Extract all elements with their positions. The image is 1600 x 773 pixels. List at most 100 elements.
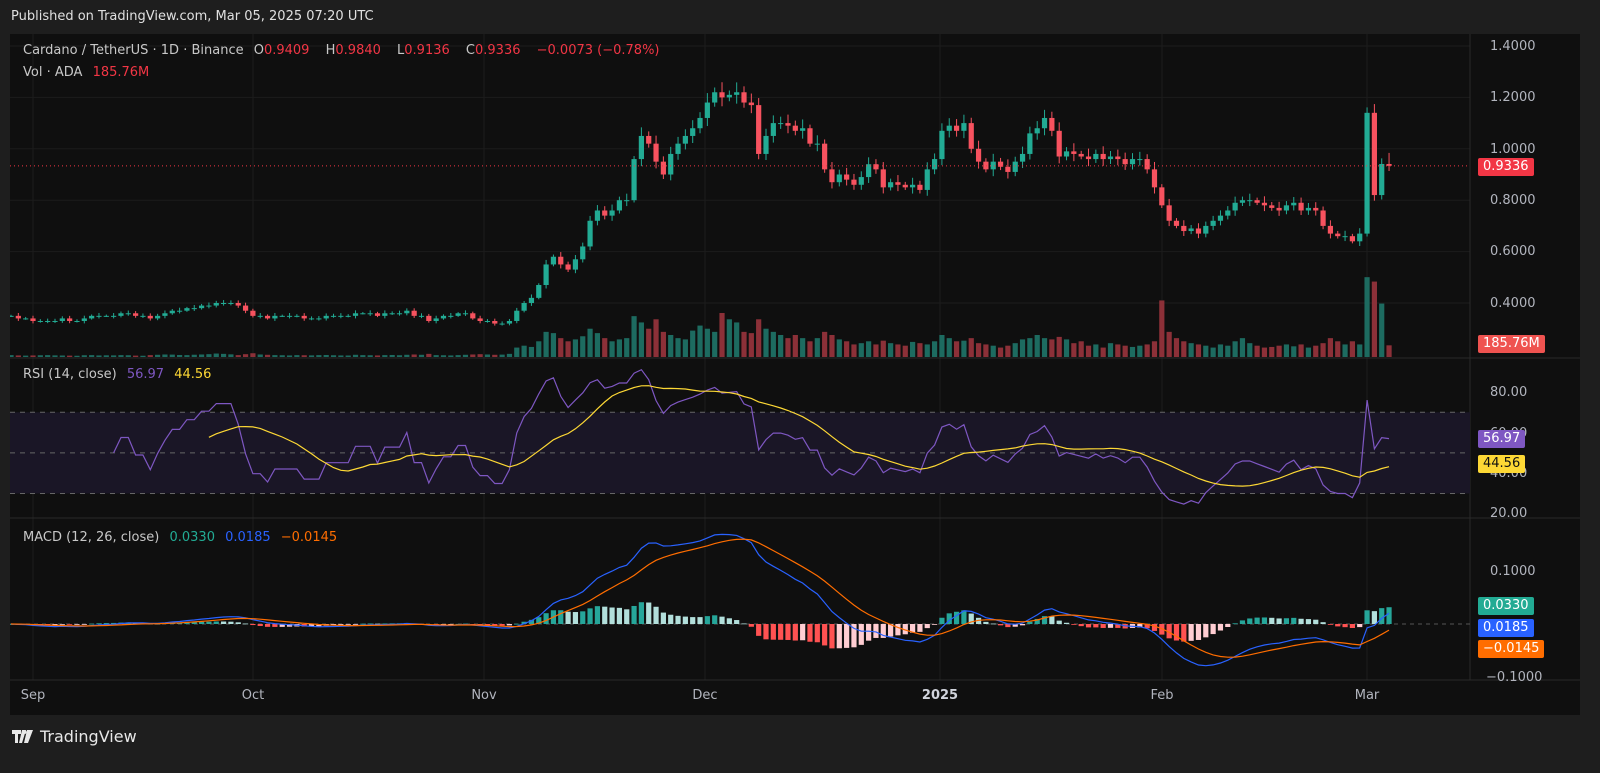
macd-tick: 0.1000 [1490,564,1536,579]
volume-bar [1027,338,1033,357]
candle-body [1019,153,1026,162]
volume-bar [814,338,820,357]
volume-bar [866,341,872,357]
macd-histogram-bar [756,624,762,636]
candle-body [492,320,498,324]
candle-body [389,313,395,315]
macd-histogram-bar [74,624,80,625]
candle-body [103,315,109,317]
candle-body [1335,233,1341,237]
volume-bar [543,331,549,357]
candle-body [1327,225,1334,234]
volume-bar [712,331,718,357]
volume-bar [15,355,21,357]
candle-body [638,135,644,160]
volume-bar [250,353,256,357]
macd-label[interactable]: MACD (12, 26, close) [23,530,159,545]
candle-body [1129,159,1136,165]
macd-histogram-bar [602,606,608,624]
candle-body [323,315,329,319]
macd-histogram-bar [1320,622,1326,624]
price-tick: 0.8000 [1490,193,1536,208]
candle-body [1085,156,1092,160]
candle-body [851,179,857,185]
volume-bar [968,338,974,357]
volume-bar [1261,347,1268,357]
candle-body [1254,200,1260,203]
macd-histogram-bar [565,611,571,624]
candle-body [734,92,740,95]
volume-bar [734,322,740,357]
candle-body [396,313,403,315]
volume-bar [1071,343,1077,357]
volume-label[interactable]: Vol · ADA [23,65,82,80]
volume-bar [404,354,410,357]
chart-container[interactable]: Cardano / TetherUS · 1D · Binance O0.940… [10,34,1580,715]
macd-histogram-bar [690,617,696,624]
macd-histogram-bar [734,620,740,624]
chart-canvas[interactable] [10,34,1580,715]
volume-bar [1012,343,1018,357]
macd-histogram-bar [1225,624,1231,627]
candle-body [888,182,894,188]
macd-histogram-bar [741,623,747,625]
volume-bar [800,338,806,357]
volume-bar [748,333,754,357]
macd-histogram-bar [257,624,263,626]
candle-body [1188,228,1194,232]
volume-bar [89,355,95,357]
volume-bar [917,343,923,357]
candle-body [895,182,901,185]
macd-histogram-bar [704,616,710,624]
volume-bar [1357,344,1363,357]
macd-histogram-bar [1335,624,1341,627]
macd-histogram-bar [1071,624,1077,625]
macd-histogram-bar [1217,624,1224,631]
macd-histogram-bar [345,624,351,625]
candle-body [594,210,601,221]
tradingview-logo[interactable]: TradingView [12,727,137,746]
price-tick: 1.4000 [1490,39,1536,54]
candle-body [67,318,73,321]
volume-bar [638,322,644,357]
volume-bar [45,355,51,357]
macd-histogram-bar [250,624,256,626]
macd-histogram-bar [1188,624,1194,641]
volume-bar [624,338,630,357]
candle-body [1217,215,1224,221]
volume-bar [983,344,989,357]
candle-body [470,313,476,319]
macd-histogram-bar [1239,620,1246,624]
volume-bar [565,341,571,357]
candle-body [96,315,102,317]
candle-body [1166,205,1172,221]
candle-body [1093,153,1099,160]
candle-body [455,313,461,316]
volume-bar [1173,338,1180,357]
volume-bar [1129,346,1136,357]
volume-badge: 185.76M [1478,335,1545,353]
candle-body [382,313,388,316]
volume-bar [594,333,601,357]
candle-body [242,305,249,311]
macd-histogram-bar [638,602,644,624]
volume-bar [360,355,366,357]
macd-histogram-bar [873,624,879,638]
volume-bar [690,330,696,357]
volume-bar [352,354,359,357]
volume-bar [1335,341,1341,357]
time-tick-mar: Mar [1354,688,1380,703]
volume-bar [1151,341,1158,357]
candle-body [924,169,930,190]
candle-body [536,285,542,298]
volume-bar [1327,338,1334,357]
candle-body [257,315,263,317]
volume-bar [455,355,461,357]
candle-body [1203,225,1209,234]
candle-body [1005,166,1011,172]
symbol-title[interactable]: Cardano / TetherUS · 1D · Binance [23,43,244,58]
macd-histogram-bar [1364,610,1370,624]
rsi-label[interactable]: RSI (14, close) [23,367,117,382]
volume-bar [1364,277,1370,357]
volume-bar [272,355,278,357]
